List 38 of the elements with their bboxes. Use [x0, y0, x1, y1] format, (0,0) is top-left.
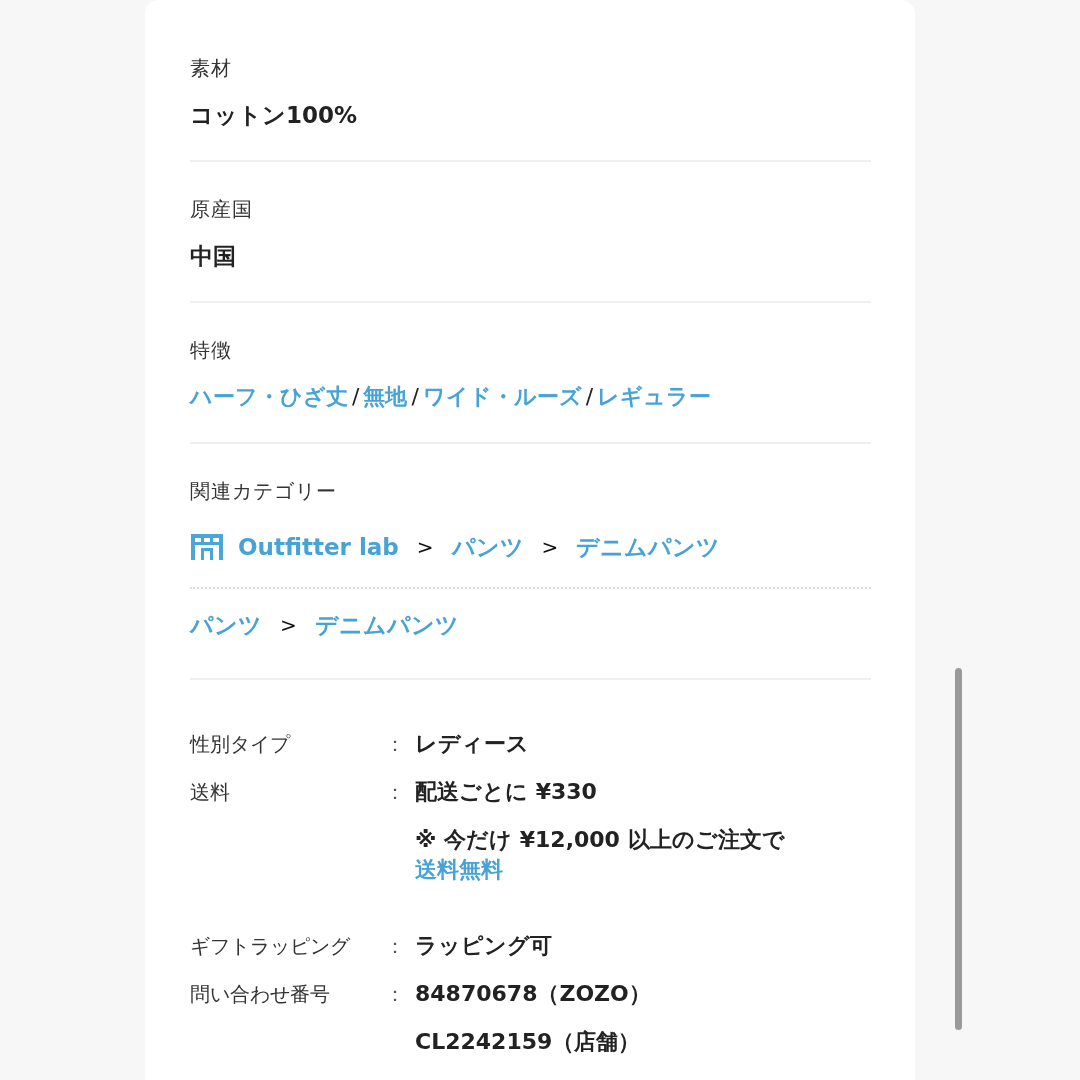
spec-label: 送料: [190, 779, 231, 806]
colon: ：: [385, 933, 406, 960]
separator: /: [352, 384, 360, 409]
colon: ：: [385, 981, 406, 1008]
category-link[interactable]: Outfitter lab: [238, 534, 399, 560]
spec-label: ギフトラッピング: [190, 933, 351, 960]
field-label: 特徴: [190, 337, 233, 364]
category-link[interactable]: パンツ: [451, 531, 524, 563]
free-shipping-link[interactable]: 送料無料: [415, 857, 503, 882]
field-label: 素材: [190, 55, 233, 82]
category-link[interactable]: デニムパンツ: [314, 609, 459, 641]
spec-label: 性別タイプ: [190, 731, 292, 758]
field-value: コットン100%: [190, 101, 359, 130]
spec-value: レディース: [415, 730, 530, 758]
feature-link[interactable]: レギュラー: [597, 384, 712, 409]
separator: /: [585, 384, 594, 409]
separator: /: [411, 384, 419, 409]
category-link[interactable]: デニムパンツ: [576, 531, 721, 563]
feature-link[interactable]: 無地: [363, 384, 408, 409]
feature-link[interactable]: ハーフ・ひざ丈: [190, 384, 348, 409]
colon: ：: [385, 731, 406, 758]
breadcrumb-separator: >: [541, 535, 559, 559]
colon: ：: [385, 779, 406, 806]
spec-value: 配送ごとに ¥330: [415, 778, 598, 806]
spec-value: ラッピング可: [415, 932, 553, 960]
spec-value: CL2242159（店舗）: [415, 1028, 642, 1056]
feature-link[interactable]: ワイド・ルーズ: [422, 384, 582, 409]
spec-label: 問い合わせ番号: [190, 981, 331, 1008]
spec-value: ※ 今だけ ¥12,000 以上のご注文で 送料無料: [415, 826, 786, 884]
field-label: 原産国: [190, 196, 254, 223]
field-label: 関連カテゴリー: [190, 478, 338, 505]
scrollbar-thumb[interactable]: [955, 668, 962, 1030]
breadcrumb-separator: >: [416, 535, 434, 559]
breadcrumb-separator: >: [280, 613, 297, 637]
field-value: 中国: [190, 242, 237, 271]
spec-value: 84870678（ZOZO）: [415, 980, 652, 1008]
store-icon: [190, 533, 224, 561]
category-link[interactable]: パンツ: [190, 609, 262, 641]
